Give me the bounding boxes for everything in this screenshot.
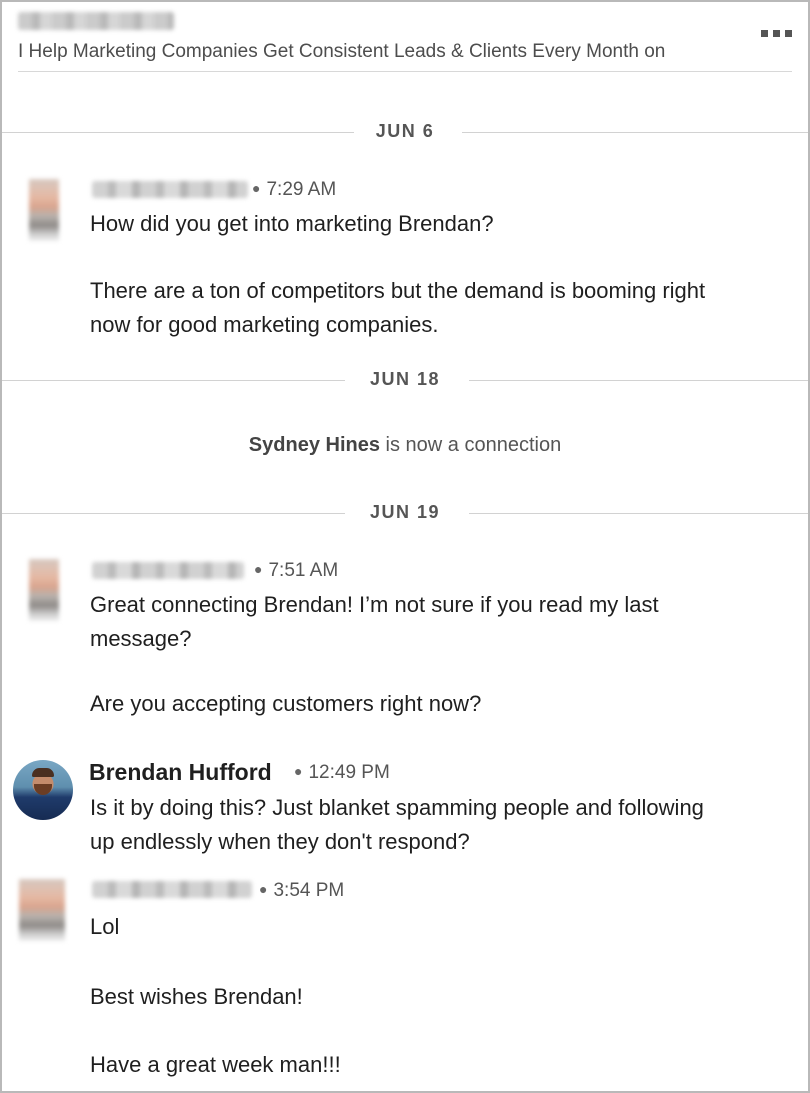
message-text: Are you accepting customers right now? (90, 691, 482, 716)
conversation-header: I Help Marketing Companies Get Consisten… (18, 2, 792, 72)
sender-avatar[interactable] (29, 559, 59, 621)
sender-name-redacted[interactable] (92, 881, 252, 898)
more-options-icon[interactable] (761, 30, 792, 37)
date-divider: JUN 6 (2, 121, 808, 145)
message-text: Best wishes Brendan! (90, 984, 303, 1009)
message-text: Lol (90, 914, 120, 939)
message-text: How did you get into marketing Brendan? (90, 211, 494, 236)
message-text: up endlessly when they don't respond? (90, 829, 470, 854)
connection-name[interactable]: Sydney Hines (249, 434, 380, 456)
sender-name-redacted[interactable] (92, 562, 244, 579)
message-text: Is it by doing this? Just blanket spammi… (90, 795, 704, 820)
brendan-avatar[interactable] (13, 760, 73, 820)
message-text: Great connecting Brendan! I’m not sure i… (90, 592, 659, 617)
message-timestamp: ● 3:54 PM (259, 880, 345, 901)
message-timestamp: ● 12:49 PM (294, 762, 390, 783)
conversation-panel: I Help Marketing Companies Get Consisten… (0, 0, 810, 1093)
message-text: There are a ton of competitors but the d… (90, 278, 706, 303)
message-timestamp: ● 7:29 AM (252, 179, 337, 200)
date-divider: JUN 18 (2, 369, 808, 393)
sender-avatar[interactable] (19, 879, 65, 941)
contact-headline: I Help Marketing Companies Get Consisten… (18, 41, 666, 62)
sender-name[interactable]: Brendan Hufford (89, 759, 272, 786)
message-text: Have a great week man!!! (90, 1052, 341, 1077)
date-divider: JUN 19 (2, 502, 808, 526)
sender-name-redacted[interactable] (92, 181, 248, 198)
message-text: message? (90, 626, 192, 651)
contact-name-redacted[interactable] (18, 12, 174, 30)
message-timestamp: ● 7:51 AM (254, 560, 339, 581)
connection-notice: Sydney Hines is now a connection (248, 434, 562, 456)
message-text: now for good marketing companies. (90, 312, 439, 337)
sender-avatar[interactable] (29, 179, 59, 241)
